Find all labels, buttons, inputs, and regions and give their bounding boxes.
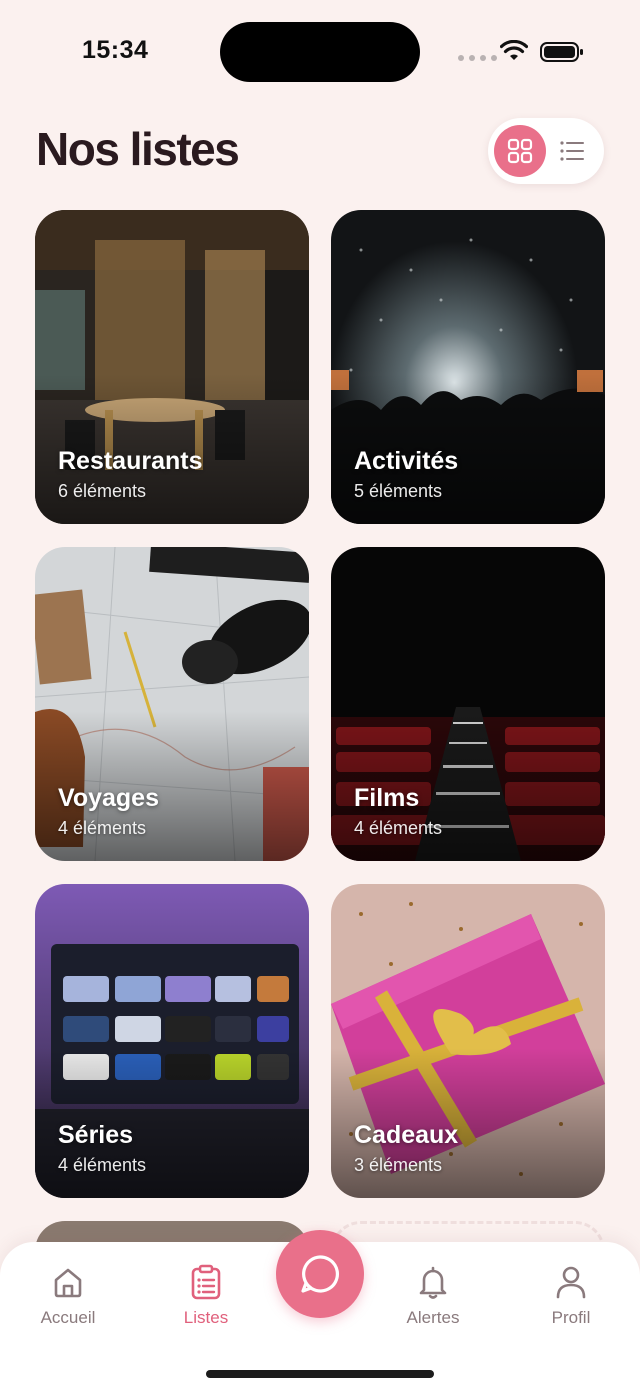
card-count: 6 éléments	[58, 481, 147, 501]
list-view-button[interactable]	[546, 125, 598, 177]
list-card-voyages[interactable]: Voyages 4 éléments	[35, 547, 309, 861]
tab-label: Listes	[183, 1308, 229, 1327]
bell-icon	[419, 1266, 447, 1299]
tab-bar: Accueil Listes Alertes Profil	[0, 1230, 640, 1391]
wifi-icon	[500, 40, 528, 60]
grid-view-button[interactable]	[494, 125, 546, 177]
status-bar: 15:34	[0, 0, 640, 100]
card-count: 4 éléments	[58, 1155, 147, 1175]
card-count: 5 éléments	[354, 481, 443, 501]
card-count: 3 éléments	[354, 1155, 443, 1175]
tab-label: Alertes	[406, 1308, 460, 1327]
clipboard-icon	[191, 1264, 221, 1300]
list-card-cadeaux[interactable]: Cadeaux 3 éléments	[331, 884, 605, 1198]
tab-profil[interactable]: Profil	[526, 1262, 616, 1328]
card-title: Cadeaux	[354, 1121, 459, 1149]
view-toggle	[488, 118, 604, 184]
tab-alertes[interactable]: Alertes	[388, 1262, 478, 1328]
tab-label: Accueil	[40, 1308, 96, 1327]
list-icon	[560, 141, 584, 161]
tab-listes[interactable]: Listes	[161, 1262, 251, 1328]
card-title: Voyages	[58, 784, 159, 812]
list-card-activites[interactable]: Activités 5 éléments	[331, 210, 605, 524]
page-title: Nos listes	[36, 123, 240, 175]
card-title: Séries	[58, 1121, 134, 1149]
list-card-series[interactable]: Séries 4 éléments	[35, 884, 309, 1198]
dynamic-island	[220, 22, 420, 82]
list-card-films[interactable]: Films 4 éléments	[331, 547, 605, 861]
chat-fab-button[interactable]	[276, 1230, 364, 1318]
card-count: 4 éléments	[354, 818, 443, 838]
grid-icon	[507, 138, 533, 164]
card-title: Restaurants	[58, 447, 203, 475]
status-time: 15:34	[82, 36, 149, 64]
card-count: 4 éléments	[58, 818, 147, 838]
user-icon	[556, 1266, 586, 1299]
home-indicator	[206, 1370, 434, 1378]
tab-accueil[interactable]: Accueil	[23, 1262, 113, 1328]
chat-icon	[301, 1255, 340, 1293]
list-card-restaurants[interactable]: Restaurants 6 éléments	[35, 210, 309, 524]
cellular-signal-icon	[458, 55, 497, 61]
card-title: Films	[354, 784, 420, 812]
home-icon	[54, 1268, 82, 1298]
card-title: Activités	[354, 447, 459, 475]
battery-icon	[540, 42, 583, 62]
tab-label: Profil	[551, 1308, 591, 1327]
